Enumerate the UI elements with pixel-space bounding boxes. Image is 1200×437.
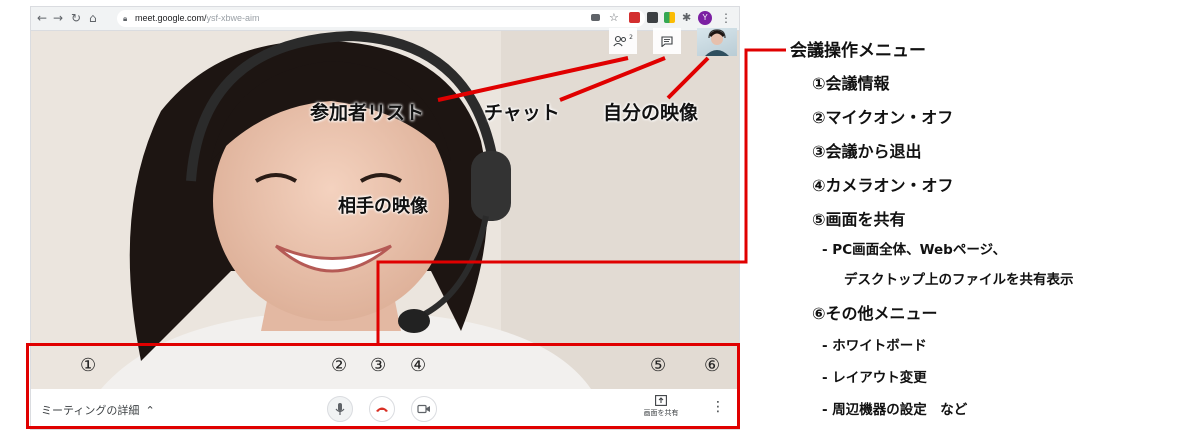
- menu-title: 会議操作メニュー: [790, 41, 926, 61]
- people-icon: [613, 35, 627, 47]
- meet-top-controls: 2: [577, 28, 737, 58]
- lock-icon: 🔒︎: [123, 14, 128, 23]
- self-video-thumbnail: [705, 29, 729, 56]
- menu-item-more: ⑥その他メニュー: [812, 304, 938, 323]
- remote-video-callout: 相手の映像: [338, 196, 428, 217]
- home-icon[interactable]: ⌂: [89, 10, 97, 26]
- share-sub-1: - PC画面全体、Webページ、: [822, 242, 1007, 258]
- share-sub-2: デスクトップ上のファイルを共有表示: [844, 272, 1074, 288]
- participants-button[interactable]: 2: [609, 28, 637, 54]
- chat-button[interactable]: [653, 28, 681, 54]
- menu-item-info: ①会議情報: [812, 74, 890, 93]
- url-path: ysf-xbwe-aim: [206, 13, 260, 23]
- bookmark-star-icon[interactable]: ☆: [609, 10, 619, 26]
- menu-item-camera: ④カメラオン・オフ: [812, 176, 954, 195]
- browser-menu-icon[interactable]: ⋮: [720, 10, 732, 26]
- marker-5: ⑤: [650, 355, 667, 376]
- participants-callout: 参加者リスト: [310, 102, 425, 124]
- profile-avatar[interactable]: Y: [698, 11, 712, 25]
- more-sub-layout: - レイアウト変更: [822, 370, 927, 386]
- chat-extension-icon[interactable]: [647, 12, 658, 23]
- extension-icon[interactable]: [664, 12, 675, 23]
- url-host: meet.google.com/: [135, 13, 207, 23]
- menu-item-leave: ③会議から退出: [812, 142, 922, 161]
- chat-bubble-icon: [661, 35, 673, 47]
- self-video-tile[interactable]: [697, 28, 737, 56]
- more-sub-whiteboard: - ホワイトボード: [822, 338, 927, 354]
- more-sub-devices: - 周辺機器の設定 など: [822, 402, 968, 418]
- chat-callout: チャット: [484, 102, 560, 124]
- menu-item-share: ⑤画面を共有: [812, 210, 906, 229]
- marker-2: ②: [331, 355, 348, 376]
- forward-icon[interactable]: →: [53, 10, 63, 26]
- participant-count: 2: [629, 33, 633, 41]
- self-video-callout: 自分の映像: [603, 102, 699, 124]
- marker-6: ⑥: [704, 355, 721, 376]
- pdf-extension-icon[interactable]: [629, 12, 640, 23]
- camera-indicator-icon[interactable]: [591, 14, 600, 21]
- menu-item-mic: ②マイクオン・オフ: [812, 108, 954, 127]
- marker-1: ①: [80, 355, 97, 376]
- puzzle-extensions-icon[interactable]: ✱: [682, 10, 691, 26]
- back-icon[interactable]: ←: [37, 10, 47, 26]
- marker-3: ③: [370, 355, 387, 376]
- address-bar[interactable]: 🔒︎ meet.google.com/ysf-xbwe-aim: [117, 10, 645, 27]
- reload-icon[interactable]: ↻: [71, 10, 81, 26]
- marker-4: ④: [410, 355, 427, 376]
